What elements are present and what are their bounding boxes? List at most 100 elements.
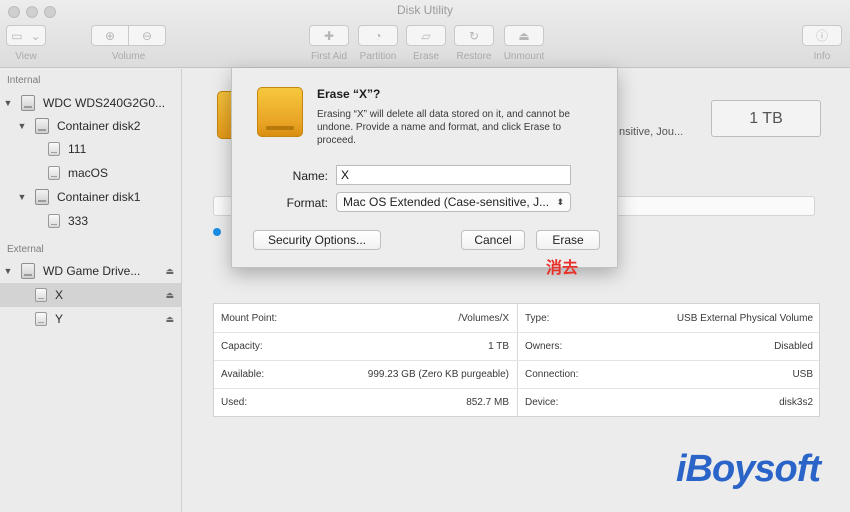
view-label: View: [15, 51, 37, 62]
first-aid-button[interactable]: ✚: [309, 25, 349, 46]
info-value: USB: [792, 368, 813, 380]
volume-icon: [35, 288, 47, 302]
eject-icon[interactable]: ⏏: [165, 266, 174, 277]
info-table: Mount Point: /Volumes/X Type: USB Extern…: [213, 303, 820, 417]
sidebar-item-111[interactable]: 111: [0, 137, 181, 161]
remove-volume-button[interactable]: ⊖: [128, 25, 166, 46]
security-options-button[interactable]: Security Options...: [253, 230, 381, 250]
info-label: Info: [813, 51, 831, 62]
sidebar-item-container-disk1[interactable]: ▼ Container disk1: [0, 185, 181, 209]
restore-button[interactable]: ↻: [454, 25, 494, 46]
erase-label: Erase: [412, 51, 440, 62]
info-value: Disabled: [774, 340, 813, 352]
volume-icon: [48, 142, 60, 156]
sidebar-icon: ▭: [11, 28, 23, 43]
partition-button[interactable]: ◔: [358, 25, 398, 46]
sidebar-item-label: WDC WDS240G2G0...: [43, 96, 166, 110]
window-title: Disk Utility: [397, 3, 453, 17]
external-drive-icon: [21, 263, 35, 279]
first-aid-label: First Aid: [310, 51, 348, 62]
sidebar-item-x[interactable]: X ⏏: [0, 283, 181, 307]
info-label: Connection:: [525, 368, 579, 380]
pie-icon: ◔: [374, 28, 382, 43]
chevron-down-icon: ⌄: [30, 28, 41, 43]
chevron-updown-icon: ⬍: [556, 196, 564, 207]
restore-label: Restore: [456, 51, 492, 62]
info-row-mount-point: Mount Point: /Volumes/X: [214, 304, 516, 332]
sidebar-item-wd-game-drive[interactable]: ▼ WD Game Drive... ⏏: [0, 259, 181, 283]
info-label: Device:: [525, 396, 559, 408]
format-select[interactable]: Mac OS Extended (Case-sensitive, J... ⬍: [336, 192, 571, 212]
format-label: Format:: [286, 196, 328, 210]
info-value: 852.7 MB: [466, 396, 509, 408]
sidebar-item-label: 333: [68, 214, 89, 228]
info-label: Capacity:: [221, 340, 263, 352]
eject-icon: ⏏: [518, 28, 530, 43]
format-select-value: Mac OS Extended (Case-sensitive, J...: [343, 195, 550, 209]
info-value: USB External Physical Volume: [676, 312, 813, 324]
info-value: disk3s2: [779, 396, 813, 408]
info-button[interactable]: ⓘ: [802, 25, 842, 46]
size-box: 1 TB: [711, 100, 821, 137]
sidebar-item-333[interactable]: 333: [0, 209, 181, 233]
minus-icon: ⊖: [141, 28, 153, 43]
annotation-label: 消去: [546, 258, 579, 277]
info-icon: ⓘ: [815, 28, 828, 43]
info-label: Mount Point:: [221, 312, 278, 324]
info-row-owners: Owners: Disabled: [518, 332, 820, 360]
info-label: Used:: [221, 396, 248, 408]
sidebar-item-container-disk2[interactable]: ▼ Container disk2: [0, 114, 181, 138]
sidebar-item-label: X: [55, 288, 64, 302]
info-row-capacity: Capacity: 1 TB: [214, 332, 516, 360]
unmount-button[interactable]: ⏏: [504, 25, 544, 46]
erase-dialog: Erase “X”? Erasing “X” will delete all d…: [231, 68, 618, 268]
title-bar: Disk Utility ▭ ⌄ View ⊕ ⊖ Volume ✚ First…: [0, 0, 850, 68]
disclosure-triangle-icon[interactable]: ▼: [3, 266, 13, 276]
sidebar-item-wdc-disk[interactable]: ▼ WDC WDS240G2G0...: [0, 91, 181, 115]
eject-icon[interactable]: ⏏: [165, 314, 174, 325]
sidebar-item-y[interactable]: Y ⏏: [0, 307, 181, 331]
volume-icon: [35, 312, 47, 326]
view-button[interactable]: ▭ ⌄: [6, 25, 46, 46]
eraser-icon: ▱: [421, 28, 431, 43]
info-value: /Volumes/X: [458, 312, 509, 324]
volume-label: Volume: [111, 51, 146, 62]
erase-toolbar-button[interactable]: ▱: [406, 25, 446, 46]
disclosure-triangle-icon[interactable]: ▼: [17, 121, 27, 131]
dialog-title: Erase “X”?: [317, 87, 381, 101]
info-value: 999.23 GB (Zero KB purgeable): [367, 368, 509, 380]
sidebar-item-label: WD Game Drive...: [43, 264, 141, 278]
partition-label: Partition: [359, 51, 397, 62]
name-label: Name:: [292, 169, 328, 183]
usage-legend-dot: [213, 228, 221, 236]
info-label: Available:: [221, 368, 265, 380]
disclosure-triangle-icon[interactable]: ▼: [17, 192, 27, 202]
info-row-type: Type: USB External Physical Volume: [518, 304, 820, 332]
cancel-button[interactable]: Cancel: [461, 230, 525, 250]
container-icon: [35, 118, 49, 134]
info-row-available: Available: 999.23 GB (Zero KB purgeable): [214, 360, 516, 388]
info-row-connection: Connection: USB: [518, 360, 820, 388]
info-row-device: Device: disk3s2: [518, 388, 820, 416]
volume-icon: [48, 214, 60, 228]
sidebar-item-label: Container disk2: [57, 119, 141, 133]
eject-icon[interactable]: ⏏: [165, 290, 174, 301]
restore-icon: ↻: [468, 28, 480, 43]
watermark-logo: iBoysoft: [676, 448, 821, 490]
name-input[interactable]: [336, 165, 571, 185]
sidebar-item-macos[interactable]: macOS: [0, 161, 181, 185]
add-volume-button[interactable]: ⊕: [91, 25, 129, 46]
container-icon: [35, 189, 49, 205]
sidebar-item-label: Container disk1: [57, 190, 141, 204]
erase-button[interactable]: Erase: [536, 230, 600, 250]
unmount-label: Unmount: [503, 51, 545, 62]
plus-icon: ⊕: [104, 28, 116, 43]
disclosure-triangle-icon[interactable]: ▼: [3, 98, 13, 108]
sidebar-section-external: External: [7, 244, 44, 255]
format-description: nsitive, Jou...: [619, 126, 684, 138]
external-drive-icon: [257, 87, 303, 137]
sidebar: Internal ▼ WDC WDS240G2G0... ▼ Container…: [0, 69, 182, 512]
volume-icon: [48, 166, 60, 180]
disk-icon: [21, 95, 35, 111]
info-row-used: Used: 852.7 MB: [214, 388, 516, 416]
